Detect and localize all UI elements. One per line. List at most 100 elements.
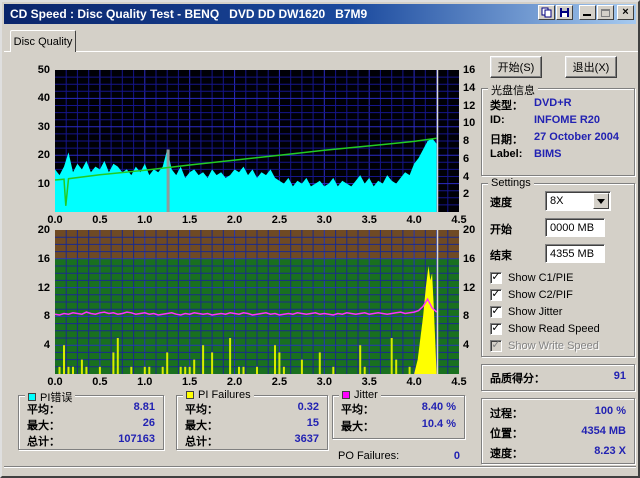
- axis-tick: 3.5: [361, 376, 377, 388]
- axis-tick: 1.0: [137, 376, 153, 388]
- jitter-group: Jitter 平均： 8.40 % 最大： 10.4 %: [332, 389, 465, 439]
- disc-info-title: 光盘信息: [488, 82, 538, 98]
- axis-tick: 50: [37, 64, 50, 76]
- end-pos-input[interactable]: 4355 MB: [545, 244, 605, 263]
- close-button[interactable]: ×: [617, 5, 634, 20]
- axis-tick: 1.5: [182, 214, 198, 226]
- axis-tick: 20: [37, 224, 50, 236]
- axis-tick: 3.5: [361, 214, 377, 226]
- pi-failures-group: PI Failures 平均： 0.32 最大： 15 总计： 3637: [176, 389, 328, 450]
- app-window: CD Speed : Disc Quality Test - BENQ DVD …: [0, 0, 640, 478]
- floppy-save-icon[interactable]: [556, 5, 573, 20]
- axis-tick: 12: [463, 99, 476, 112]
- disc-date-row: 日期： 27 October 2004: [490, 131, 619, 146]
- pie-total-row: 总计： 107163: [27, 433, 155, 448]
- axis-tick: 3.0: [316, 214, 332, 226]
- bottom-divider: [4, 466, 636, 468]
- axis-tick: 12: [37, 281, 50, 294]
- axis-tick: 4: [463, 170, 470, 183]
- progress-row: 过程： 100 %: [490, 405, 626, 420]
- start-button[interactable]: 开始(S): [490, 56, 542, 78]
- pi-failures-title: PI Failures: [183, 389, 254, 401]
- minimize-button[interactable]: [579, 5, 596, 20]
- jitter-title: Jitter: [339, 389, 381, 401]
- axis-tick: 40: [37, 92, 50, 105]
- axis-tick: 0.5: [92, 376, 108, 388]
- copy-pages-icon[interactable]: [538, 5, 555, 20]
- tab-disc-quality[interactable]: Disc Quality: [10, 30, 76, 52]
- start-pos-label: 开始: [490, 224, 512, 236]
- axis-tick: 6: [463, 152, 470, 165]
- axis-tick: 3.0: [316, 376, 332, 388]
- axis-tick: 1.5: [182, 376, 198, 388]
- speed-label: 速度: [490, 197, 512, 209]
- checkbox-show-jitter[interactable]: ✓ Show Jitter: [490, 305, 562, 319]
- axis-tick: 4: [43, 339, 50, 352]
- axis-tick: 30: [37, 120, 50, 133]
- window-title: CD Speed : Disc Quality Test - BENQ DVD …: [10, 7, 368, 21]
- axis-tick: 10: [37, 177, 50, 190]
- test-status-box: 过程： 100 % 位置： 4354 MB 速度： 8.23 X: [481, 398, 635, 464]
- pif-total-row: 总计： 3637: [185, 433, 319, 448]
- axis-tick: 0.5: [92, 214, 108, 226]
- maximize-button[interactable]: [597, 5, 614, 20]
- axis-tick: 8: [43, 310, 50, 323]
- speed-select[interactable]: 8X: [545, 191, 611, 211]
- axis-tick: 12: [463, 281, 476, 294]
- pif-legend-square: [186, 391, 194, 399]
- jitter-legend-square: [342, 391, 350, 399]
- axis-tick: 8: [463, 135, 470, 147]
- axis-tick: 2.5: [271, 376, 288, 388]
- disc-id-row: ID: INFOME R20: [490, 114, 601, 126]
- quality-score-box: 品质得分： 91: [481, 364, 635, 391]
- start-pos-input[interactable]: 0000 MB: [545, 218, 605, 237]
- jitter-avg-row: 平均： 8.40 %: [341, 401, 456, 416]
- settings-group: Settings 速度 8X 开始 0000 MB 结束 4355 MB ✓ Sh…: [481, 177, 635, 357]
- axis-tick: 16: [463, 64, 476, 76]
- axis-tick: 14: [463, 81, 476, 94]
- chevron-down-icon[interactable]: [593, 193, 609, 209]
- quality-score-label: 品质得分：: [490, 373, 545, 385]
- po-failures-row: PO Failures: 0: [338, 450, 460, 462]
- minimize-icon: [583, 14, 591, 16]
- close-icon: ×: [622, 6, 629, 18]
- exit-button[interactable]: 退出(X): [565, 56, 617, 78]
- checkbox-show-write-speed: ✓ Show Write Speed: [490, 338, 599, 352]
- axis-tick: 2.0: [226, 376, 243, 388]
- position-row: 位置： 4354 MB: [490, 425, 626, 440]
- checkbox-show-read-speed[interactable]: ✓ Show Read Speed: [490, 322, 600, 336]
- settings-title: Settings: [488, 177, 534, 189]
- axis-tick: 4.0: [406, 214, 422, 226]
- axis-tick: 20: [463, 224, 476, 236]
- tab-label: Disc Quality: [13, 35, 73, 48]
- speed-row: 速度： 8.23 X: [490, 445, 626, 460]
- axis-tick: 2.5: [271, 214, 288, 226]
- pie-max-row: 最大： 26: [27, 417, 155, 432]
- pi-errors-group: PI错误 平均： 8.81 最大： 26 总计： 107163: [18, 389, 164, 450]
- axis-tick: 0.0: [47, 376, 63, 388]
- axis-tick: 2.0: [226, 214, 243, 226]
- pif-max-row: 最大： 15: [185, 417, 319, 432]
- axis-tick: 8: [463, 310, 470, 323]
- axis-tick: 4.0: [406, 376, 422, 388]
- axis-tick: 4.5: [451, 376, 467, 388]
- axis-tick: 4: [463, 339, 470, 352]
- floppy-save-icon: [560, 8, 569, 17]
- checkbox-show-c1pie[interactable]: ✓ Show C1/PIE: [490, 271, 573, 285]
- axis-tick: 20: [37, 149, 50, 162]
- jitter-max-row: 最大： 10.4 %: [341, 418, 456, 433]
- axis-tick: 16: [463, 252, 476, 265]
- axis-tick: 2: [463, 188, 470, 201]
- maximize-icon: [601, 8, 610, 17]
- checkbox-show-c2pif[interactable]: ✓ Show C2/PIF: [490, 288, 573, 302]
- disc-label-row: Label: BIMS: [490, 148, 562, 160]
- axis-tick: 16: [37, 252, 50, 265]
- po-failures-value: 0: [453, 450, 460, 462]
- pif-avg-row: 平均： 0.32: [185, 401, 319, 416]
- disc-type-row: 类型： DVD+R: [490, 97, 572, 112]
- end-pos-label: 结束: [490, 250, 512, 262]
- axis-tick: 1.0: [137, 214, 153, 226]
- copy-pages-icon: [541, 7, 552, 18]
- pie-legend-square: [28, 393, 36, 401]
- disc-info-group: 光盘信息 类型： DVD+R ID: INFOME R20 日期： 27 Octobe…: [481, 82, 635, 176]
